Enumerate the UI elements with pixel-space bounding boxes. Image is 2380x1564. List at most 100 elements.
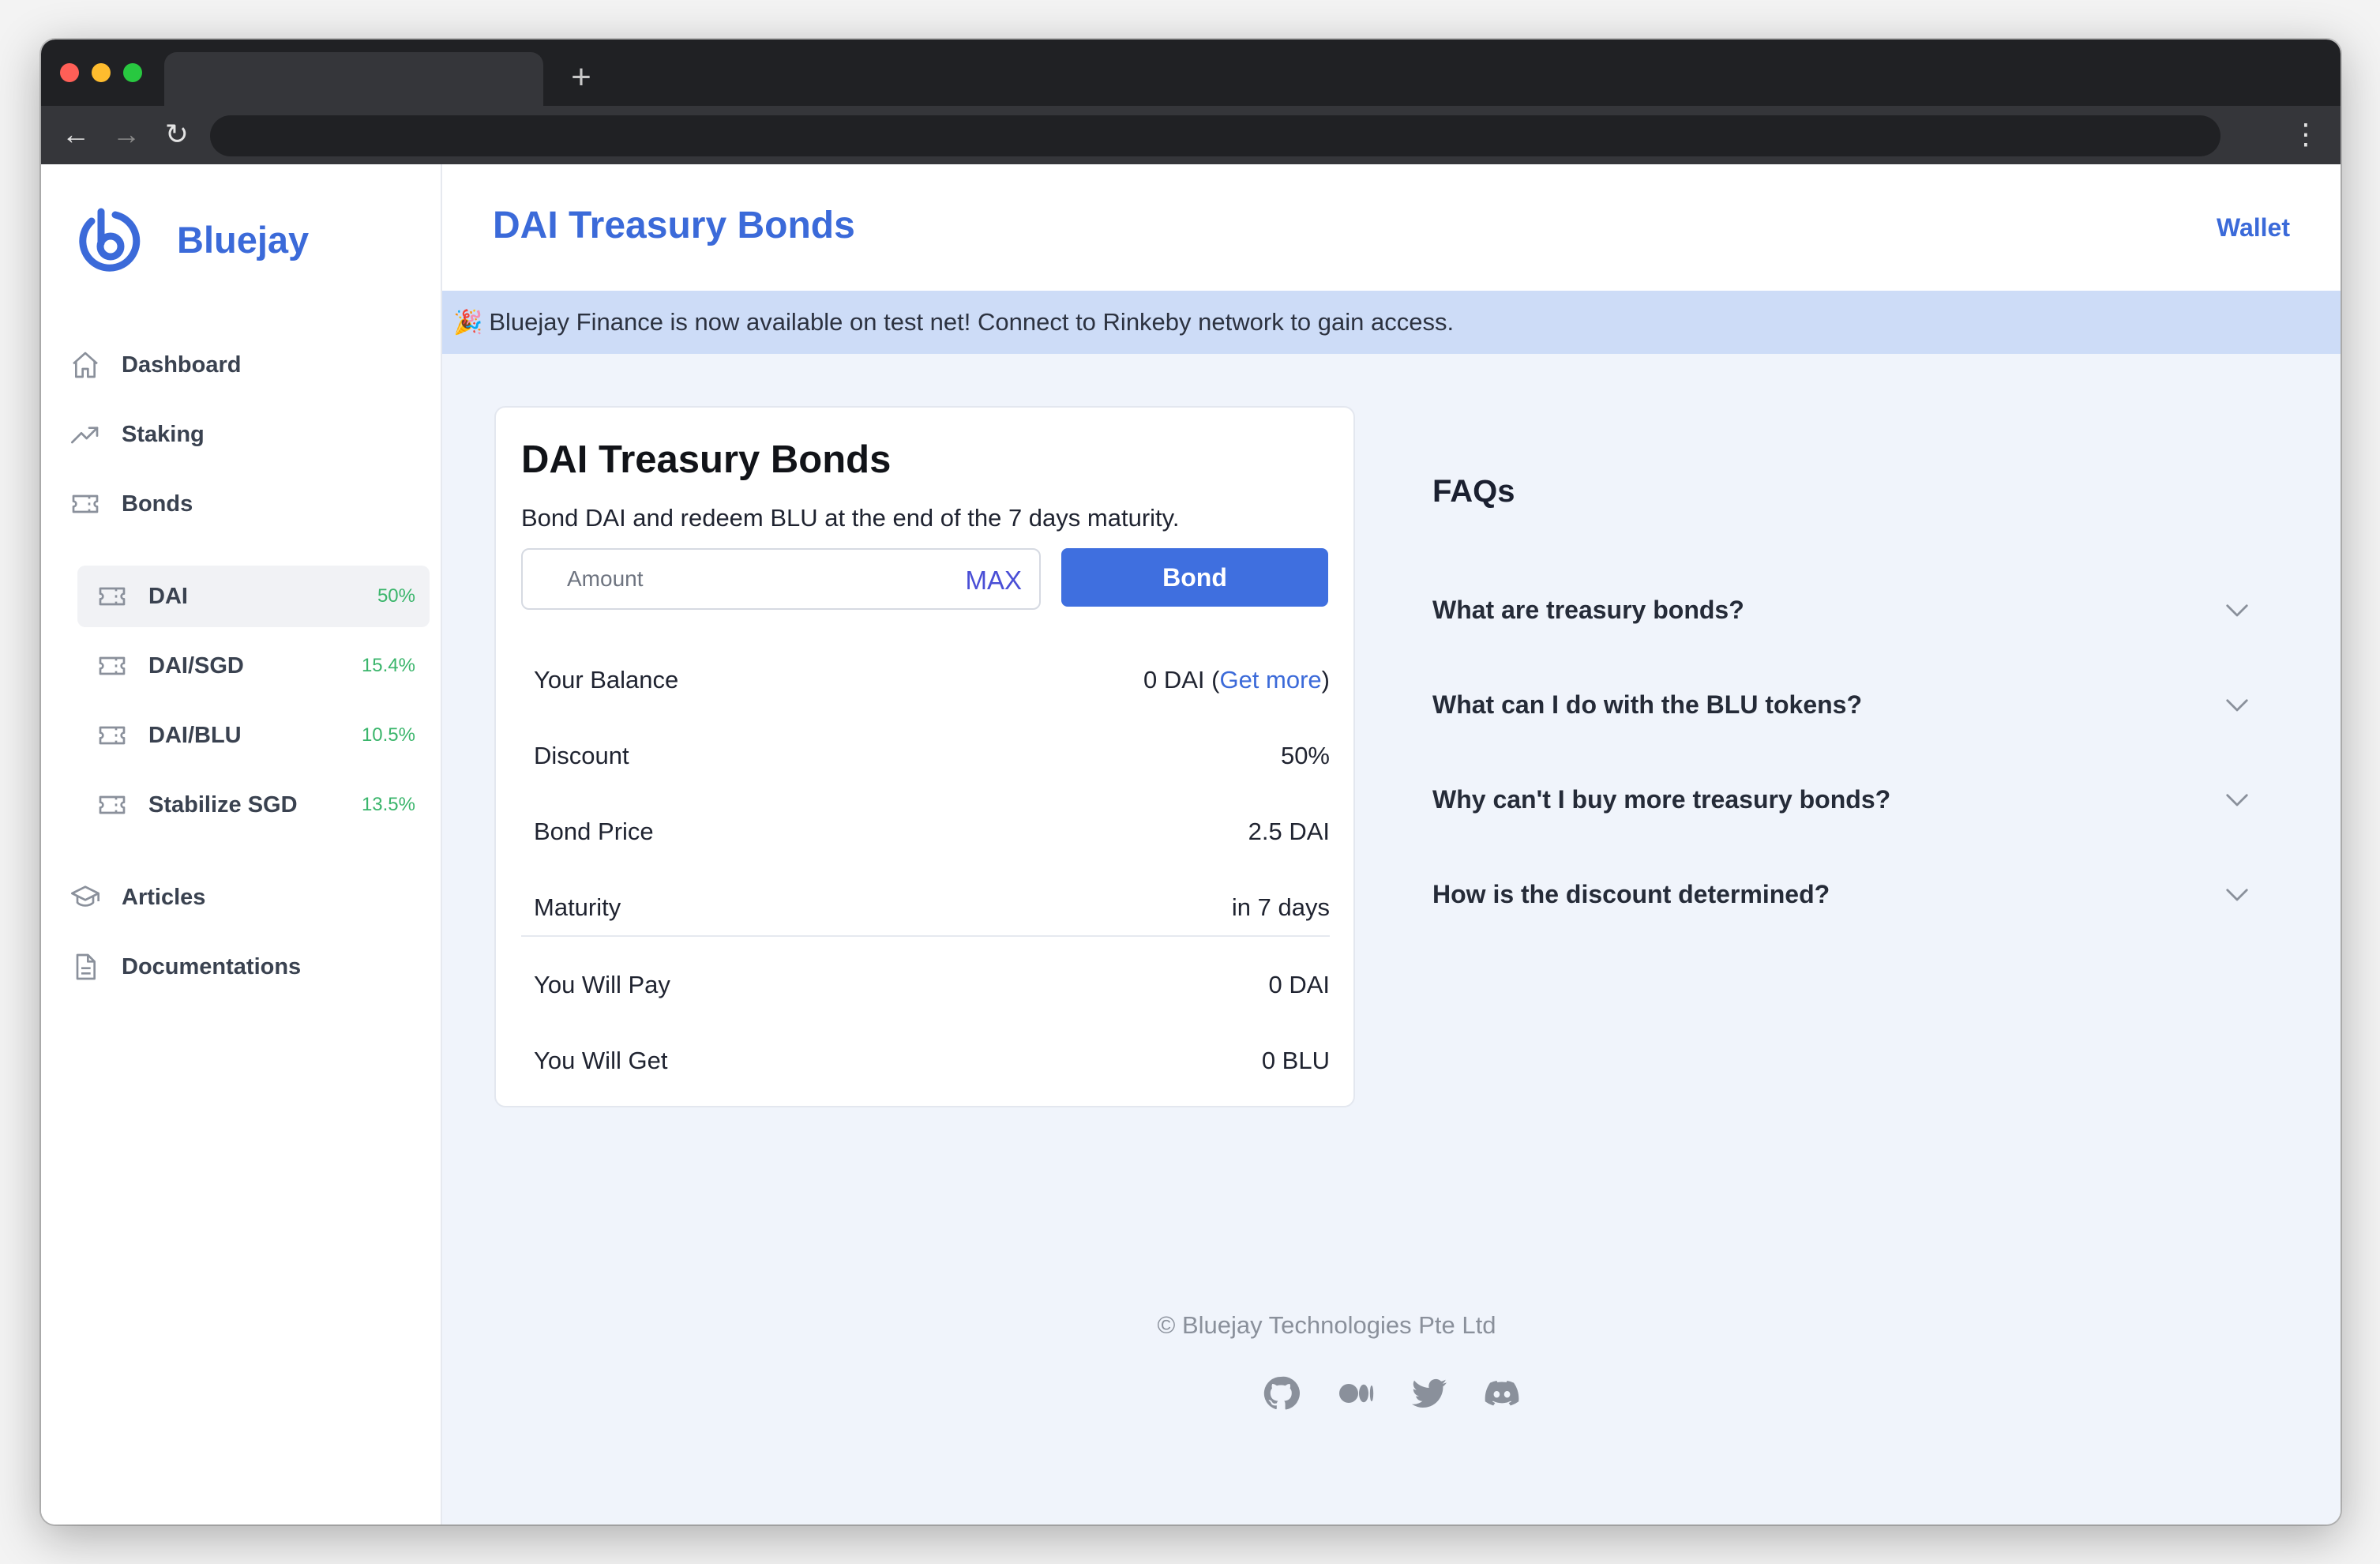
- medium-icon[interactable]: [1335, 1371, 1379, 1415]
- sidebar-item-label: Articles: [122, 884, 206, 910]
- address-bar[interactable]: [210, 115, 2220, 156]
- bond-item-label: DAI/SGD: [148, 652, 244, 679]
- divider: [521, 935, 1330, 937]
- row-label: You Will Get: [534, 1047, 668, 1074]
- ticket-icon: [95, 718, 130, 753]
- get-more-link[interactable]: Get more: [1219, 666, 1321, 694]
- bond-item-label: DAI: [148, 583, 188, 609]
- chevron-down-icon: [2226, 889, 2248, 901]
- bond-price-row: Bond Price 2.5 DAI: [534, 812, 1330, 852]
- sidebar-item-dashboard[interactable]: Dashboard: [68, 340, 241, 390]
- tab-strip: +: [41, 39, 2341, 106]
- ticket-icon: [95, 788, 130, 822]
- back-button[interactable]: ←: [55, 114, 96, 155]
- sidebar-item-label: Bonds: [122, 491, 193, 517]
- ticket-icon: [68, 487, 103, 521]
- you-will-pay-row: You Will Pay 0 DAI: [534, 965, 1330, 1005]
- row-label: Bond Price: [534, 818, 654, 845]
- brand-name[interactable]: Bluejay: [177, 218, 309, 261]
- row-value: 50%: [1280, 742, 1330, 769]
- trending-up-icon: [68, 417, 103, 452]
- row-label: Maturity: [534, 893, 621, 921]
- row-value: 0 DAI: [1268, 971, 1330, 998]
- close-window-button[interactable]: [60, 63, 79, 82]
- faq-item[interactable]: What can I do with the BLU tokens?: [1432, 681, 2254, 728]
- row-label: Your Balance: [534, 666, 679, 694]
- announcement-banner: 🎉 Bluejay Finance is now available on te…: [442, 291, 2341, 354]
- ticket-icon: [95, 579, 130, 614]
- row-value: 0 BLU: [1261, 1047, 1330, 1074]
- graduation-cap-icon: [68, 880, 103, 915]
- maturity-row: Maturity in 7 days: [534, 888, 1330, 927]
- page-header: DAI Treasury Bonds Wallet: [442, 164, 2341, 291]
- row-label: You Will Pay: [534, 971, 670, 998]
- home-icon: [68, 348, 103, 382]
- row-value: 2.5 DAI: [1248, 818, 1330, 845]
- browser-window: + ← → ↻ ⋮ Bluejay Dashboard Staking Bond…: [41, 39, 2341, 1525]
- bond-button[interactable]: Bond: [1061, 548, 1328, 607]
- faq-item[interactable]: How is the discount determined?: [1432, 870, 2254, 918]
- row-value: in 7 days: [1231, 893, 1330, 921]
- bond-item-label: DAI/BLU: [148, 722, 242, 748]
- bond-item-dai-sgd[interactable]: DAI/SGD 15.4%: [77, 635, 430, 697]
- faq-question: What are treasury bonds?: [1432, 595, 1744, 624]
- sidebar-item-documentations[interactable]: Documentations: [68, 942, 301, 992]
- github-icon[interactable]: [1259, 1371, 1303, 1415]
- bond-discount-badge: 15.4%: [361, 655, 415, 676]
- bond-item-stabilize-sgd[interactable]: Stabilize SGD 13.5%: [77, 774, 430, 836]
- document-icon: [68, 949, 103, 984]
- party-popper-icon: 🎉: [453, 309, 483, 336]
- reload-button[interactable]: ↻: [156, 114, 197, 155]
- bond-discount-badge: 10.5%: [361, 724, 415, 746]
- page-title: DAI Treasury Bonds: [493, 205, 855, 246]
- bond-discount-badge: 50%: [377, 585, 415, 607]
- sidebar-item-staking[interactable]: Staking: [68, 409, 205, 460]
- browser-menu-button[interactable]: ⋮: [2285, 114, 2326, 155]
- paren-close: ): [1321, 666, 1330, 694]
- maximize-window-button[interactable]: [123, 63, 142, 82]
- amount-field: MAX: [521, 548, 1041, 610]
- sidebar: Bluejay Dashboard Staking Bonds DAI 50% …: [41, 164, 442, 1525]
- row-label: Discount: [534, 742, 629, 769]
- bond-discount-badge: 13.5%: [361, 794, 415, 815]
- minimize-window-button[interactable]: [92, 63, 111, 82]
- faq-question: How is the discount determined?: [1432, 879, 1830, 908]
- browser-tab[interactable]: [164, 52, 543, 106]
- balance-value: 0 DAI (Get more): [1143, 666, 1330, 694]
- discount-row: Discount 50%: [534, 736, 1330, 776]
- sidebar-item-label: Documentations: [122, 953, 302, 979]
- faq-question: What can I do with the BLU tokens?: [1432, 690, 1862, 719]
- wallet-button[interactable]: Wallet: [2217, 213, 2290, 242]
- bond-card-description: Bond DAI and redeem BLU at the end of th…: [521, 504, 1180, 532]
- bond-card-title: DAI Treasury Bonds: [521, 438, 892, 481]
- faq-item[interactable]: Why can't I buy more treasury bonds?: [1432, 776, 2254, 823]
- bond-item-dai[interactable]: DAI 50%: [77, 566, 430, 627]
- page: Bluejay Dashboard Staking Bonds DAI 50% …: [41, 164, 2341, 1525]
- faq-title: FAQs: [1432, 474, 1515, 509]
- twitter-icon[interactable]: [1407, 1371, 1451, 1415]
- you-will-get-row: You Will Get 0 BLU: [534, 1041, 1330, 1081]
- chevron-down-icon: [2226, 604, 2248, 617]
- bond-card: DAI Treasury Bonds Bond DAI and redeem B…: [494, 406, 1355, 1107]
- paren-open: (: [1211, 666, 1220, 694]
- toolbar: ← → ↻ ⋮: [41, 106, 2341, 164]
- amount-input[interactable]: [524, 551, 967, 607]
- sidebar-item-label: Dashboard: [122, 352, 242, 378]
- chevron-down-icon: [2226, 794, 2248, 806]
- sidebar-item-articles[interactable]: Articles: [68, 872, 205, 923]
- bluejay-logo-icon: [79, 208, 141, 272]
- balance-row: Your Balance 0 DAI (Get more): [534, 660, 1330, 700]
- faq-question: Why can't I buy more treasury bonds?: [1432, 784, 1891, 814]
- sidebar-item-label: Staking: [122, 421, 205, 447]
- faq-item[interactable]: What are treasury bonds?: [1432, 586, 2254, 633]
- footer-copyright: © Bluejay Technologies Pte Ltd: [1157, 1311, 1496, 1339]
- bond-item-dai-blu[interactable]: DAI/BLU 10.5%: [77, 705, 430, 766]
- sidebar-item-bonds[interactable]: Bonds: [68, 479, 193, 529]
- max-button[interactable]: MAX: [965, 566, 1022, 596]
- bond-item-label: Stabilize SGD: [148, 791, 298, 818]
- ticket-icon: [95, 649, 130, 683]
- forward-button[interactable]: →: [106, 114, 147, 155]
- discord-icon[interactable]: [1480, 1371, 1524, 1415]
- new-tab-button[interactable]: +: [559, 55, 603, 100]
- announcement-text: Bluejay Finance is now available on test…: [489, 308, 1455, 336]
